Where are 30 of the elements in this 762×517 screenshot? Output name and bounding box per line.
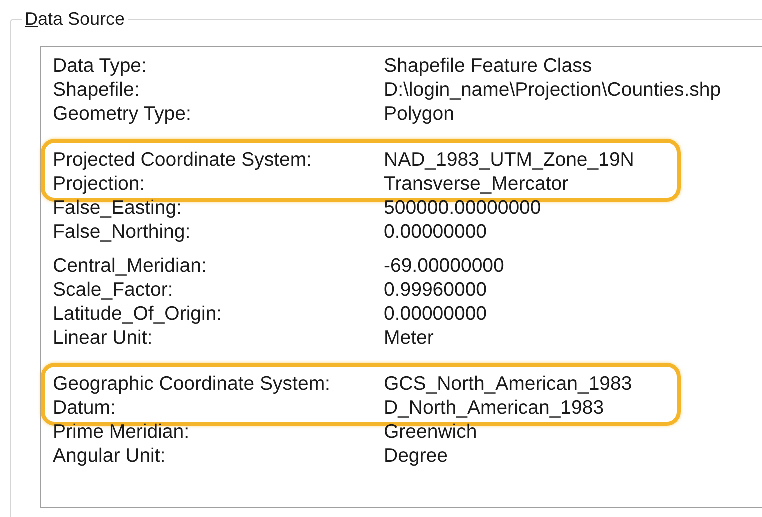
property-label: Shapefile: bbox=[53, 78, 141, 104]
property-value: Meter bbox=[384, 326, 434, 352]
property-value: GCS_North_American_1983 bbox=[384, 372, 632, 398]
property-value: Transverse_Mercator bbox=[384, 172, 569, 198]
property-value: Polygon bbox=[384, 102, 454, 128]
property-label: Angular Unit: bbox=[53, 444, 167, 470]
property-label: False_Easting: bbox=[53, 196, 183, 222]
property-label: Geometry Type: bbox=[53, 102, 192, 128]
property-value: Greenwich bbox=[384, 420, 478, 446]
property-value: D:\login_name\Projection\Counties.shp bbox=[384, 78, 722, 104]
property-value: 500000.00000000 bbox=[384, 196, 542, 222]
property-label: Datum: bbox=[53, 396, 117, 422]
property-value: 0.00000000 bbox=[384, 220, 488, 246]
property-label: Geographic Coordinate System: bbox=[53, 372, 332, 398]
property-value: 0.00000000 bbox=[384, 302, 488, 328]
property-label: Projected Coordinate System: bbox=[53, 148, 314, 174]
property-label: Linear Unit: bbox=[53, 326, 154, 352]
property-label: Latitude_Of_Origin: bbox=[53, 302, 224, 328]
property-label: Data Type: bbox=[53, 54, 148, 80]
property-label: Prime Meridian: bbox=[53, 420, 191, 446]
property-value: NAD_1983_UTM_Zone_19N bbox=[384, 148, 634, 174]
property-value: Degree bbox=[384, 444, 448, 470]
property-value: Shapefile Feature Class bbox=[384, 54, 592, 80]
property-value: 0.99960000 bbox=[384, 278, 488, 304]
property-value: D_North_American_1983 bbox=[384, 396, 604, 422]
property-label: Projection: bbox=[53, 172, 146, 198]
property-label: False_Northing: bbox=[53, 220, 192, 246]
property-value: -69.00000000 bbox=[384, 254, 504, 280]
property-label: Scale_Factor: bbox=[53, 278, 174, 304]
property-label: Central_Meridian: bbox=[53, 254, 208, 280]
